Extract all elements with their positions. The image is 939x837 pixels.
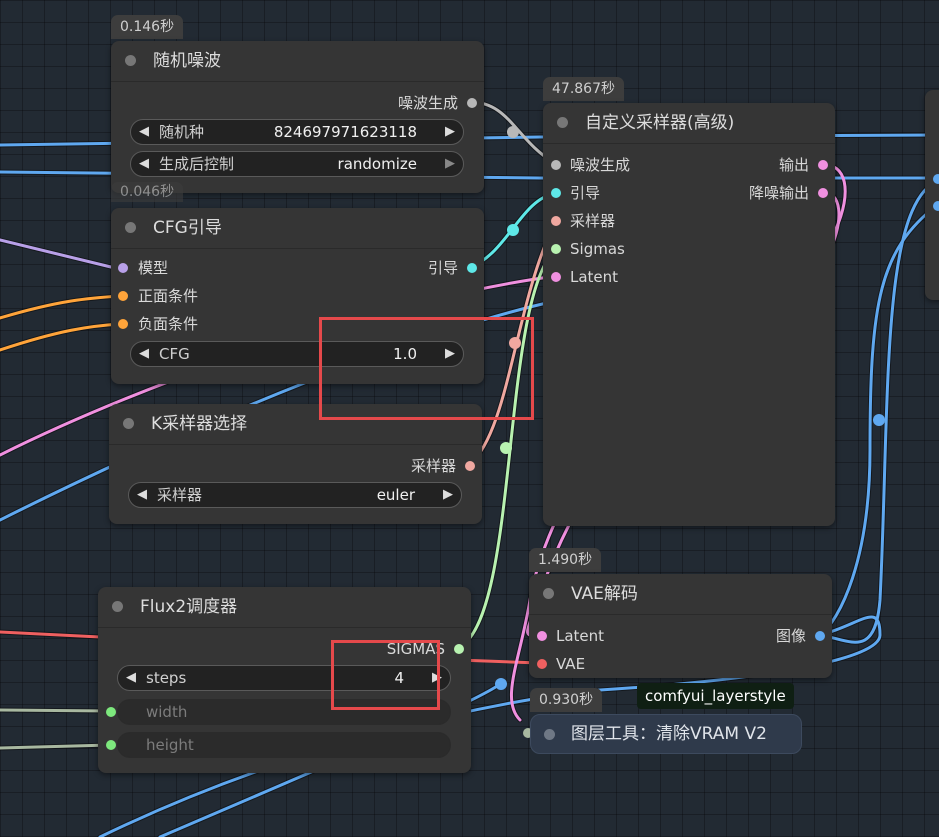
decrement-arrow-icon[interactable]: ◀ (139, 120, 149, 144)
node-source-tag: comfyui_layerstyle (637, 683, 794, 709)
input-port-sampler[interactable] (551, 216, 561, 226)
widget-label: width (146, 703, 188, 721)
input-port-negative[interactable] (118, 319, 128, 329)
output-port-output[interactable] (818, 160, 828, 170)
decrement-arrow-icon[interactable]: ◀ (126, 666, 136, 690)
collapse-dot-icon[interactable] (544, 729, 555, 740)
widget-value: euler (376, 486, 415, 504)
input-label-negative: 负面条件 (138, 315, 199, 333)
node-title: 自定义采样器(高级) (585, 113, 735, 133)
vae-decode-title-bar[interactable]: VAE解码 (529, 574, 832, 615)
input-label-vae: VAE (556, 655, 586, 673)
output-label-output: 输出 (778, 156, 809, 174)
cfg-guider-title-bar[interactable]: CFG引导 (111, 208, 484, 249)
widget-label: 采样器 (157, 486, 203, 504)
input-label-latent: Latent (556, 627, 605, 645)
input-port-width[interactable] (106, 707, 116, 717)
input-port-latent[interactable] (551, 272, 561, 282)
offscreen-node-right[interactable] (925, 90, 939, 300)
input-label-positive: 正面条件 (138, 287, 199, 305)
cfg-guider-time-badge: 0.046秒 (111, 182, 184, 202)
seed-widget[interactable]: ◀ 随机种 824697971623118 ▶ (130, 119, 464, 145)
vae-decode-node[interactable]: VAE解码 Latent VAE 图像 (529, 574, 832, 678)
collapse-dot-icon[interactable] (125, 55, 136, 66)
clear-vram-node-collapsed[interactable]: 图层工具：清除VRAM V2 (530, 714, 802, 754)
custom-sampler-title-bar[interactable]: 自定义采样器(高级) (543, 103, 835, 144)
output-label-image: 图像 (775, 627, 806, 645)
sampler-name-widget[interactable]: ◀ 采样器 euler ▶ (128, 482, 462, 508)
collapse-dot-icon[interactable] (123, 418, 134, 429)
output-port-sampler[interactable] (465, 461, 475, 471)
widget-value: 824697971623118 (273, 123, 417, 141)
output-label-noise: 噪波生成 (397, 94, 458, 112)
input-port-noise[interactable] (551, 160, 561, 170)
decrement-arrow-icon[interactable]: ◀ (139, 342, 149, 366)
input-label-latent: Latent (570, 268, 619, 286)
output-port-sigmas[interactable] (454, 644, 464, 654)
highlight-box-steps-value (331, 640, 440, 710)
output-port-noise[interactable] (467, 98, 477, 108)
input-label-guider: 引导 (570, 184, 601, 202)
node-title: K采样器选择 (151, 414, 248, 434)
highlight-box-cfg-value (319, 317, 534, 420)
custom-sampler-time-badge: 47.867秒 (543, 77, 624, 101)
input-port-model[interactable] (118, 263, 128, 273)
input-label-model: 模型 (138, 259, 169, 277)
next-arrow-icon[interactable]: ▶ (445, 152, 455, 176)
control-after-generate-widget[interactable]: ◀ 生成后控制 randomize ▶ (130, 151, 464, 177)
widget-label: 随机种 (159, 123, 205, 141)
node-title: CFG引导 (153, 218, 222, 238)
input-label-sigmas: Sigmas (570, 240, 625, 258)
random-noise-node[interactable]: 随机噪波 噪波生成 ◀ 随机种 824697971623118 ▶ ◀ 生成后控… (111, 41, 484, 193)
widget-label: 生成后控制 (159, 155, 235, 173)
collapse-dot-icon[interactable] (557, 117, 568, 128)
previous-arrow-icon[interactable]: ◀ (139, 152, 149, 176)
random-noise-title-bar[interactable]: 随机噪波 (111, 41, 484, 82)
output-port-image[interactable] (815, 631, 825, 641)
widget-value: randomize (337, 155, 417, 173)
input-port-height[interactable] (106, 740, 116, 750)
next-arrow-icon[interactable]: ▶ (443, 483, 453, 507)
input-port-guider[interactable] (551, 188, 561, 198)
input-port-vae[interactable] (537, 659, 547, 669)
collapse-dot-icon[interactable] (125, 222, 136, 233)
height-widget-disabled: height (117, 732, 451, 758)
node-title: 图层工具：清除VRAM V2 (571, 724, 767, 744)
previous-arrow-icon[interactable]: ◀ (137, 483, 147, 507)
node-title: 随机噪波 (153, 51, 221, 71)
collapse-dot-icon[interactable] (112, 601, 123, 612)
input-port-positive[interactable] (118, 291, 128, 301)
widget-label: height (146, 736, 194, 754)
flux2-scheduler-title-bar[interactable]: Flux2调度器 (98, 587, 471, 628)
input-port-sigmas[interactable] (551, 244, 561, 254)
input-port-b[interactable] (933, 201, 939, 211)
vae-decode-time-badge: 1.490秒 (529, 548, 602, 572)
clear-vram-time-badge: 0.930秒 (530, 688, 603, 712)
output-port-guider[interactable] (467, 263, 477, 273)
custom-sampler-advanced-node[interactable]: 自定义采样器(高级) 噪波生成 引导 采样器 Sigmas Latent 输出 … (543, 103, 835, 526)
input-port-a[interactable] (933, 174, 939, 184)
random-noise-time-badge: 0.146秒 (111, 15, 184, 39)
output-port-denoised[interactable] (818, 188, 828, 198)
input-label-sampler: 采样器 (570, 212, 616, 230)
node-title: VAE解码 (571, 584, 638, 604)
widget-label: CFG (159, 345, 190, 363)
output-label-sampler: 采样器 (410, 457, 456, 475)
input-port-latent[interactable] (537, 631, 547, 641)
widget-label: steps (146, 669, 187, 687)
input-label-noise: 噪波生成 (570, 156, 631, 174)
k-sampler-select-node[interactable]: K采样器选择 采样器 ◀ 采样器 euler ▶ (109, 404, 482, 524)
node-title: Flux2调度器 (140, 597, 238, 617)
collapse-dot-icon[interactable] (543, 588, 554, 599)
output-label-guider: 引导 (427, 259, 458, 277)
output-label-denoised: 降噪输出 (748, 184, 809, 202)
increment-arrow-icon[interactable]: ▶ (445, 120, 455, 144)
